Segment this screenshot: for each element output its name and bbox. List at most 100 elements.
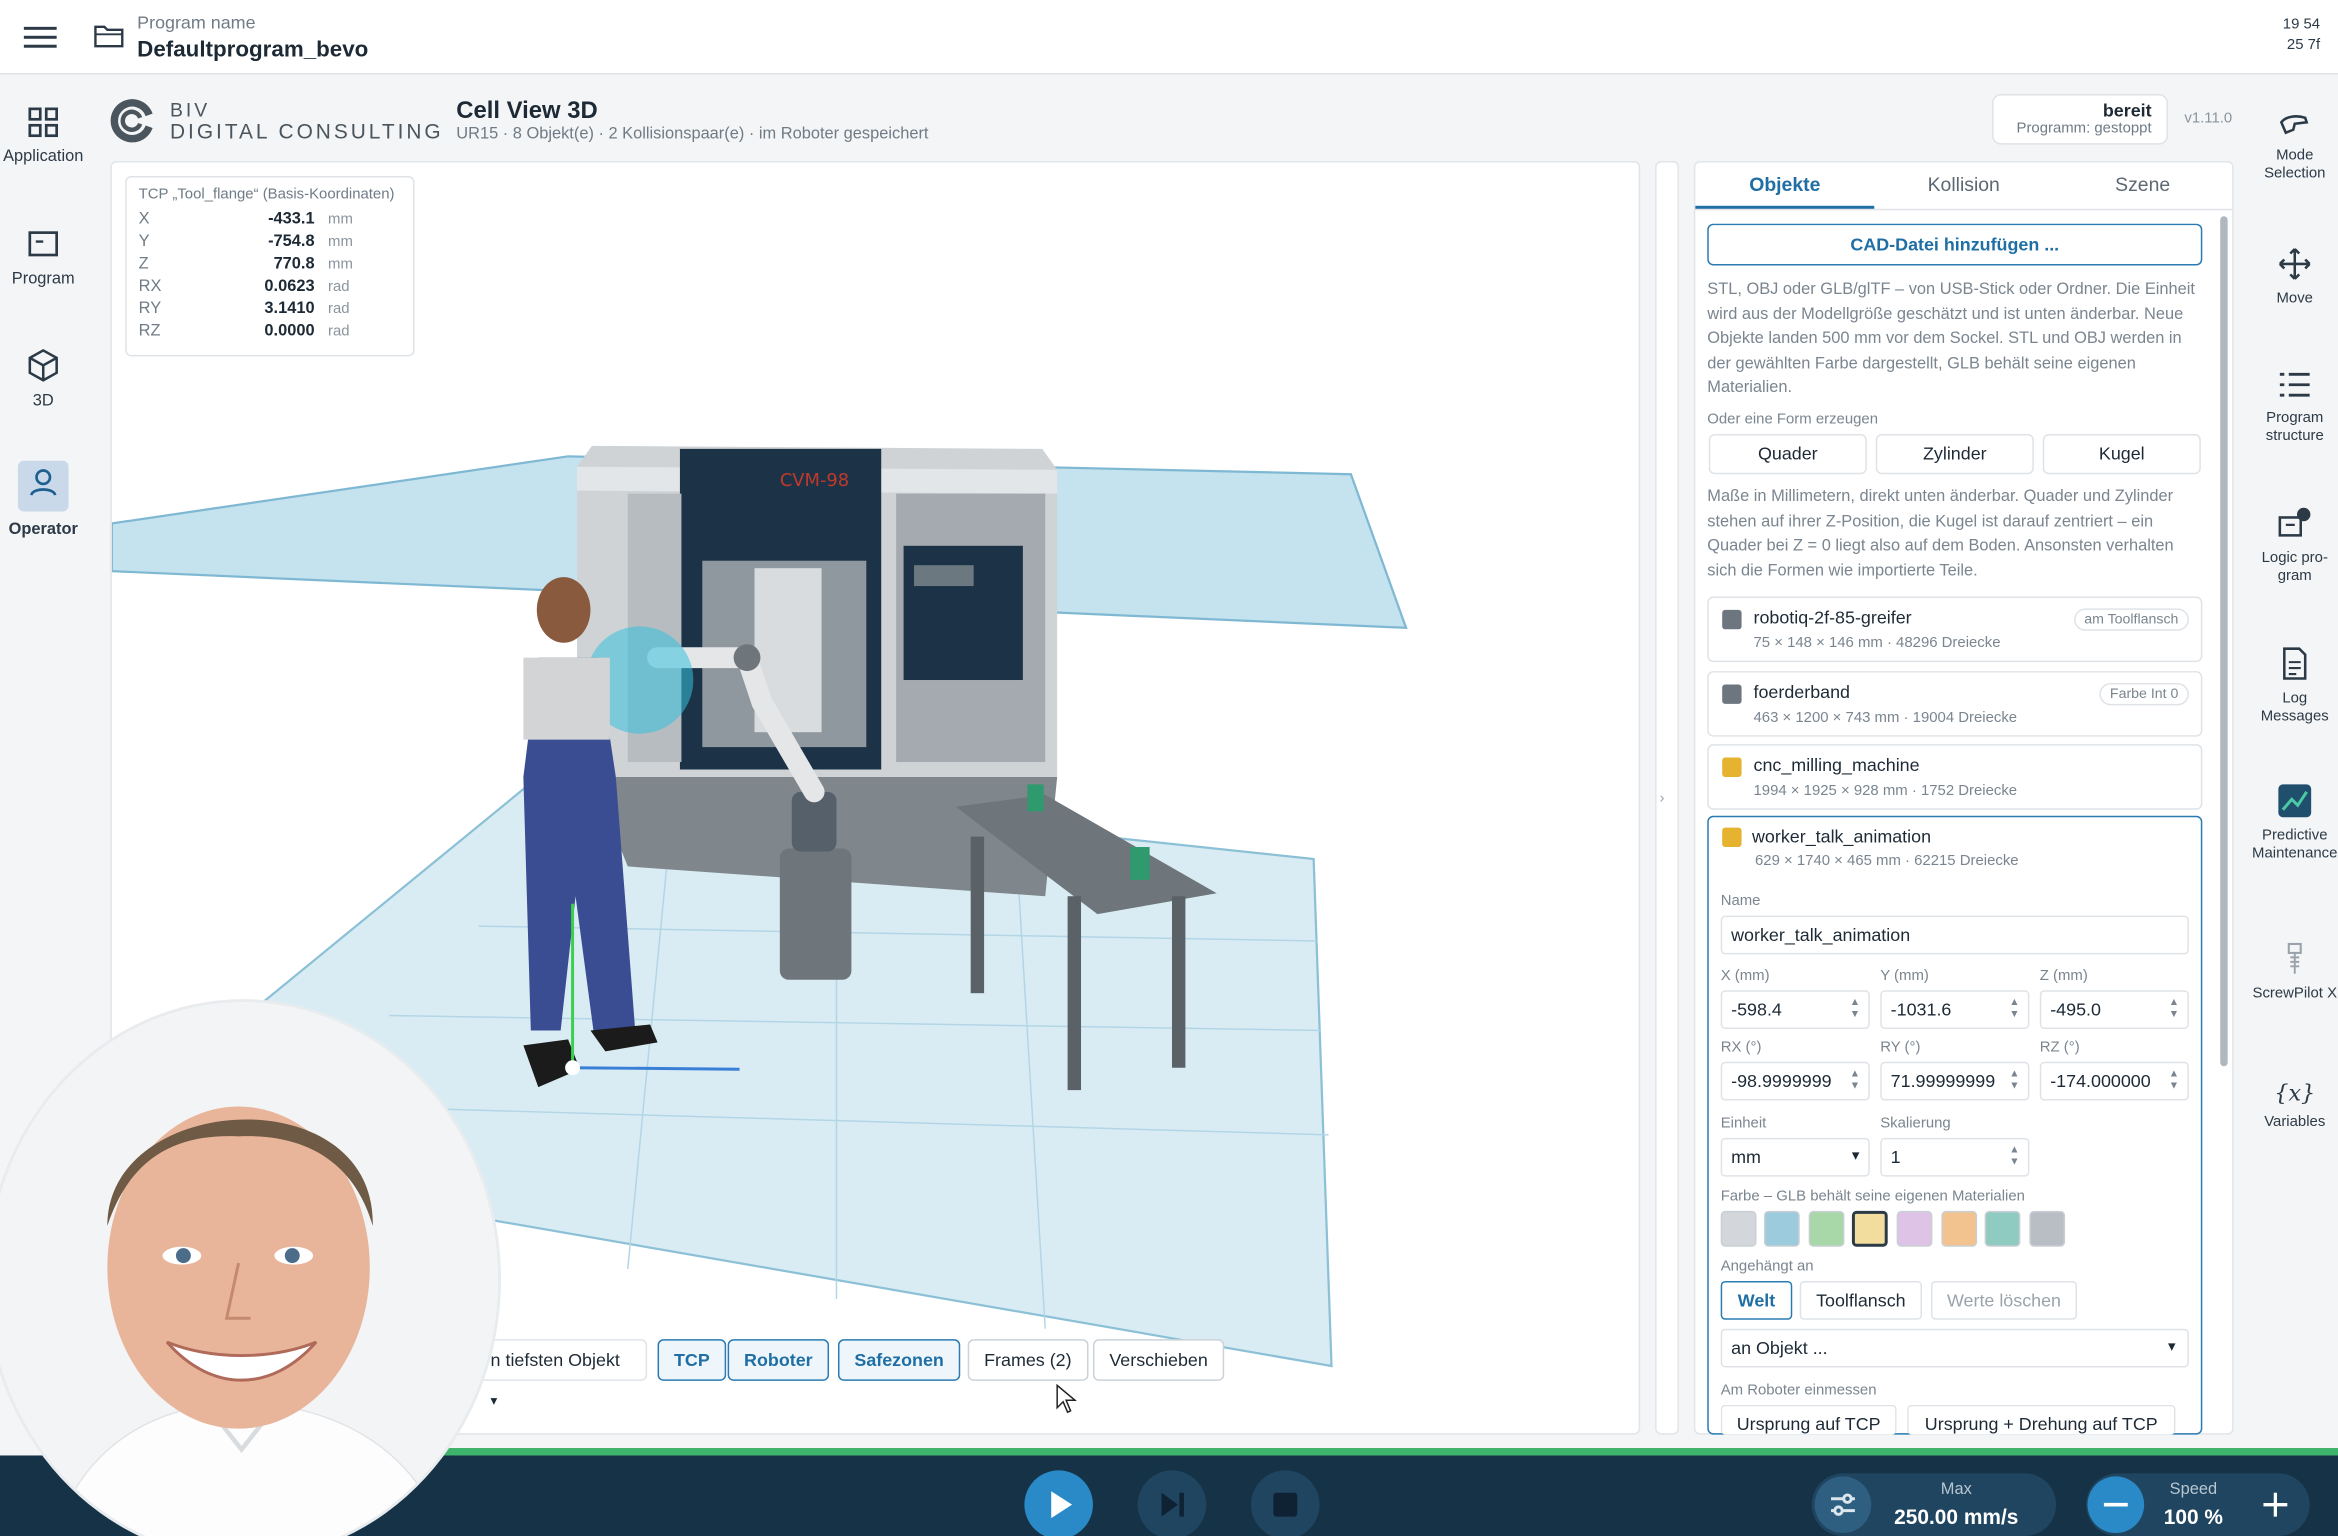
nav-program-structure-label: Program structure xyxy=(2265,410,2324,445)
color-swatch xyxy=(1722,609,1742,630)
toggle-tcp-button[interactable]: TCP xyxy=(657,1339,727,1381)
play-button[interactable] xyxy=(1024,1470,1093,1536)
nav-predictive-maintenance[interactable]: Predictive Maintenance xyxy=(2252,783,2338,864)
toggle-robot-button[interactable]: Roboter xyxy=(727,1339,830,1381)
nav-log-messages[interactable]: Log Messages xyxy=(2252,646,2338,727)
menu-icon[interactable] xyxy=(21,21,60,54)
panel-scrollbar[interactable] xyxy=(2220,216,2228,1067)
object-list-item[interactable]: cnc_milling_machine 1994 × 1925 × 928 mm… xyxy=(1707,744,2203,810)
color-option-teal[interactable] xyxy=(1984,1210,2021,1247)
logo-text-line2: DIGITAL CONSULTING xyxy=(169,119,444,144)
tcp-value: -433.1 xyxy=(268,210,315,229)
nav-program-structure[interactable]: Program structure xyxy=(2252,368,2338,446)
speed-value: 100 % xyxy=(2163,1504,2223,1529)
max-settings-button[interactable] xyxy=(1814,1476,1872,1534)
rz-label: RZ (°) xyxy=(2039,1039,2080,1056)
object-name: foerderband xyxy=(1753,681,1850,703)
attach-flange-button[interactable]: Toolflansch xyxy=(1799,1280,1922,1320)
create-box-button[interactable]: Quader xyxy=(1708,433,1867,475)
rz-input[interactable]: -174.000000 ▲ ▼ xyxy=(2039,1061,2189,1101)
nav-move[interactable]: Move xyxy=(2252,246,2338,309)
object-list-item[interactable]: robotiq-2f-85-greifer 75 × 148 × 146 mm … xyxy=(1707,596,2203,663)
name-input[interactable]: worker_talk_animation xyxy=(1720,915,2189,955)
machine-label: CVM-98 xyxy=(780,470,849,491)
tab-kollision[interactable]: Kollision xyxy=(1874,173,2053,195)
x-value: -598.4 xyxy=(1731,999,1782,1021)
nav-operator[interactable]: Operator xyxy=(0,460,86,538)
add-cad-file-button[interactable]: CAD-Datei hinzufügen ... xyxy=(1707,223,2203,266)
stepper-icon[interactable]: ▲ ▼ xyxy=(1847,1069,1863,1094)
origin-rotation-on-tcp-button[interactable]: Ursprung + Drehung auf TCP xyxy=(1907,1404,2176,1435)
step-button[interactable] xyxy=(1137,1470,1207,1536)
color-option-slate[interactable] xyxy=(2029,1210,2066,1247)
move-object-button[interactable]: Verschieben xyxy=(1092,1339,1225,1381)
minus-icon xyxy=(2103,1502,2128,1507)
attach-object-select[interactable]: an Objekt ... ▾ xyxy=(1720,1328,2189,1368)
stepper-icon[interactable]: ▲ ▼ xyxy=(2007,998,2022,1022)
stepper-icon[interactable]: ▲ ▼ xyxy=(2006,1069,2022,1094)
clear-values-button[interactable]: Werte löschen xyxy=(1930,1280,2078,1320)
tab-szene[interactable]: Szene xyxy=(2053,173,2232,195)
nav-variables[interactable]: {x} Variables xyxy=(2252,1079,2338,1132)
clock-line1: 19 54 xyxy=(2282,16,2321,33)
toggle-safezones-button[interactable]: Safezonen xyxy=(837,1339,961,1381)
y-input[interactable]: -1031.6 ▲ ▼ xyxy=(1880,990,2030,1029)
z-value: -495.0 xyxy=(2050,999,2101,1021)
chevron-right-icon[interactable]: › xyxy=(1660,790,1665,806)
nav-logic-program[interactable]: Logic pro-gram xyxy=(2252,506,2338,587)
object-name: cnc_milling_machine xyxy=(1753,754,1920,776)
color-swatch xyxy=(1722,684,1742,704)
create-sphere-button[interactable]: Kugel xyxy=(2042,433,2201,475)
page-title: Cell View 3D xyxy=(456,98,598,124)
stepper-icon[interactable]: ▲ ▼ xyxy=(2166,1069,2182,1094)
z-input[interactable]: -495.0 ▲ ▼ xyxy=(2039,990,2189,1029)
folder-icon[interactable] xyxy=(92,21,125,51)
origin-on-tcp-button[interactable]: Ursprung auf TCP xyxy=(1720,1404,1897,1435)
variables-icon: {x} xyxy=(2274,1079,2316,1107)
screw-icon xyxy=(2287,942,2302,974)
tcp-value: 0.0623 xyxy=(264,277,315,296)
frames-button[interactable]: Frames (2) xyxy=(967,1339,1088,1381)
stepper-icon[interactable]: ▲ ▼ xyxy=(2167,998,2182,1022)
speed-increase-button[interactable] xyxy=(2247,1476,2304,1533)
ry-input[interactable]: 71.99999999 ▲ ▼ xyxy=(1880,1061,2030,1101)
nav-program-label: Program xyxy=(11,269,75,288)
pick-mode-select[interactable]: n tiefsten Objekt ▾ xyxy=(474,1339,648,1408)
object-name: robotiq-2f-85-greifer xyxy=(1753,606,1912,628)
color-option-blue[interactable] xyxy=(1763,1210,1800,1247)
stepper-icon[interactable]: ▲ ▼ xyxy=(1847,998,1862,1022)
y-value: -1031.6 xyxy=(1890,999,1952,1021)
tcp-unit: mm xyxy=(328,256,353,273)
scale-input[interactable]: 1 ▲ ▼ xyxy=(1880,1137,2030,1177)
stepper-icon[interactable]: ▲ ▼ xyxy=(2007,1145,2022,1169)
nav-application[interactable]: Application xyxy=(0,106,86,166)
program-name[interactable]: Defaultprogram_bevo xyxy=(137,37,368,62)
unit-value: mm xyxy=(1731,1146,1761,1168)
object-dims: 463 × 1200 × 743 mm · 19004 Dreiecke xyxy=(1753,709,2018,727)
tab-objekte[interactable]: Objekte xyxy=(1695,173,1874,195)
cube-icon xyxy=(28,348,58,382)
color-option-gray[interactable] xyxy=(1720,1210,1757,1247)
speed-decrease-button[interactable] xyxy=(2087,1476,2145,1534)
attached-label: Angehängt an xyxy=(1720,1258,1814,1276)
measure-label: Am Roboter einmessen xyxy=(1720,1382,1877,1399)
color-option-orange[interactable] xyxy=(1941,1210,1978,1247)
y-label: Y (mm) xyxy=(1880,967,1929,985)
nav-screwpilot[interactable]: ScrewPilot X xyxy=(2252,941,2338,1004)
color-option-purple[interactable] xyxy=(1896,1210,1933,1247)
nav-program[interactable]: Program xyxy=(0,228,86,288)
create-cylinder-button[interactable]: Zylinder xyxy=(1875,433,2034,475)
unit-select[interactable]: mm ▾ xyxy=(1720,1137,1870,1177)
status-badge: bereit Programm: gestoppt xyxy=(1992,93,2169,145)
x-input[interactable]: -598.4 ▲ ▼ xyxy=(1720,990,1870,1029)
nav-3d[interactable]: 3D xyxy=(0,347,86,410)
stop-button[interactable] xyxy=(1251,1470,1320,1536)
nav-mode-selection[interactable]: Mode Selection xyxy=(2252,109,2338,184)
color-option-yellow[interactable] xyxy=(1851,1210,1888,1247)
object-list-item[interactable]: foerderband 463 × 1200 × 743 mm · 19004 … xyxy=(1707,671,2203,737)
rx-input[interactable]: -98.9999999 ▲ ▼ xyxy=(1720,1061,1870,1101)
attach-world-button[interactable]: Welt xyxy=(1720,1280,1793,1320)
tcp-row: X -433.1 mm xyxy=(139,209,401,231)
nav-move-label: Move xyxy=(2276,290,2313,308)
color-option-green[interactable] xyxy=(1808,1210,1845,1247)
